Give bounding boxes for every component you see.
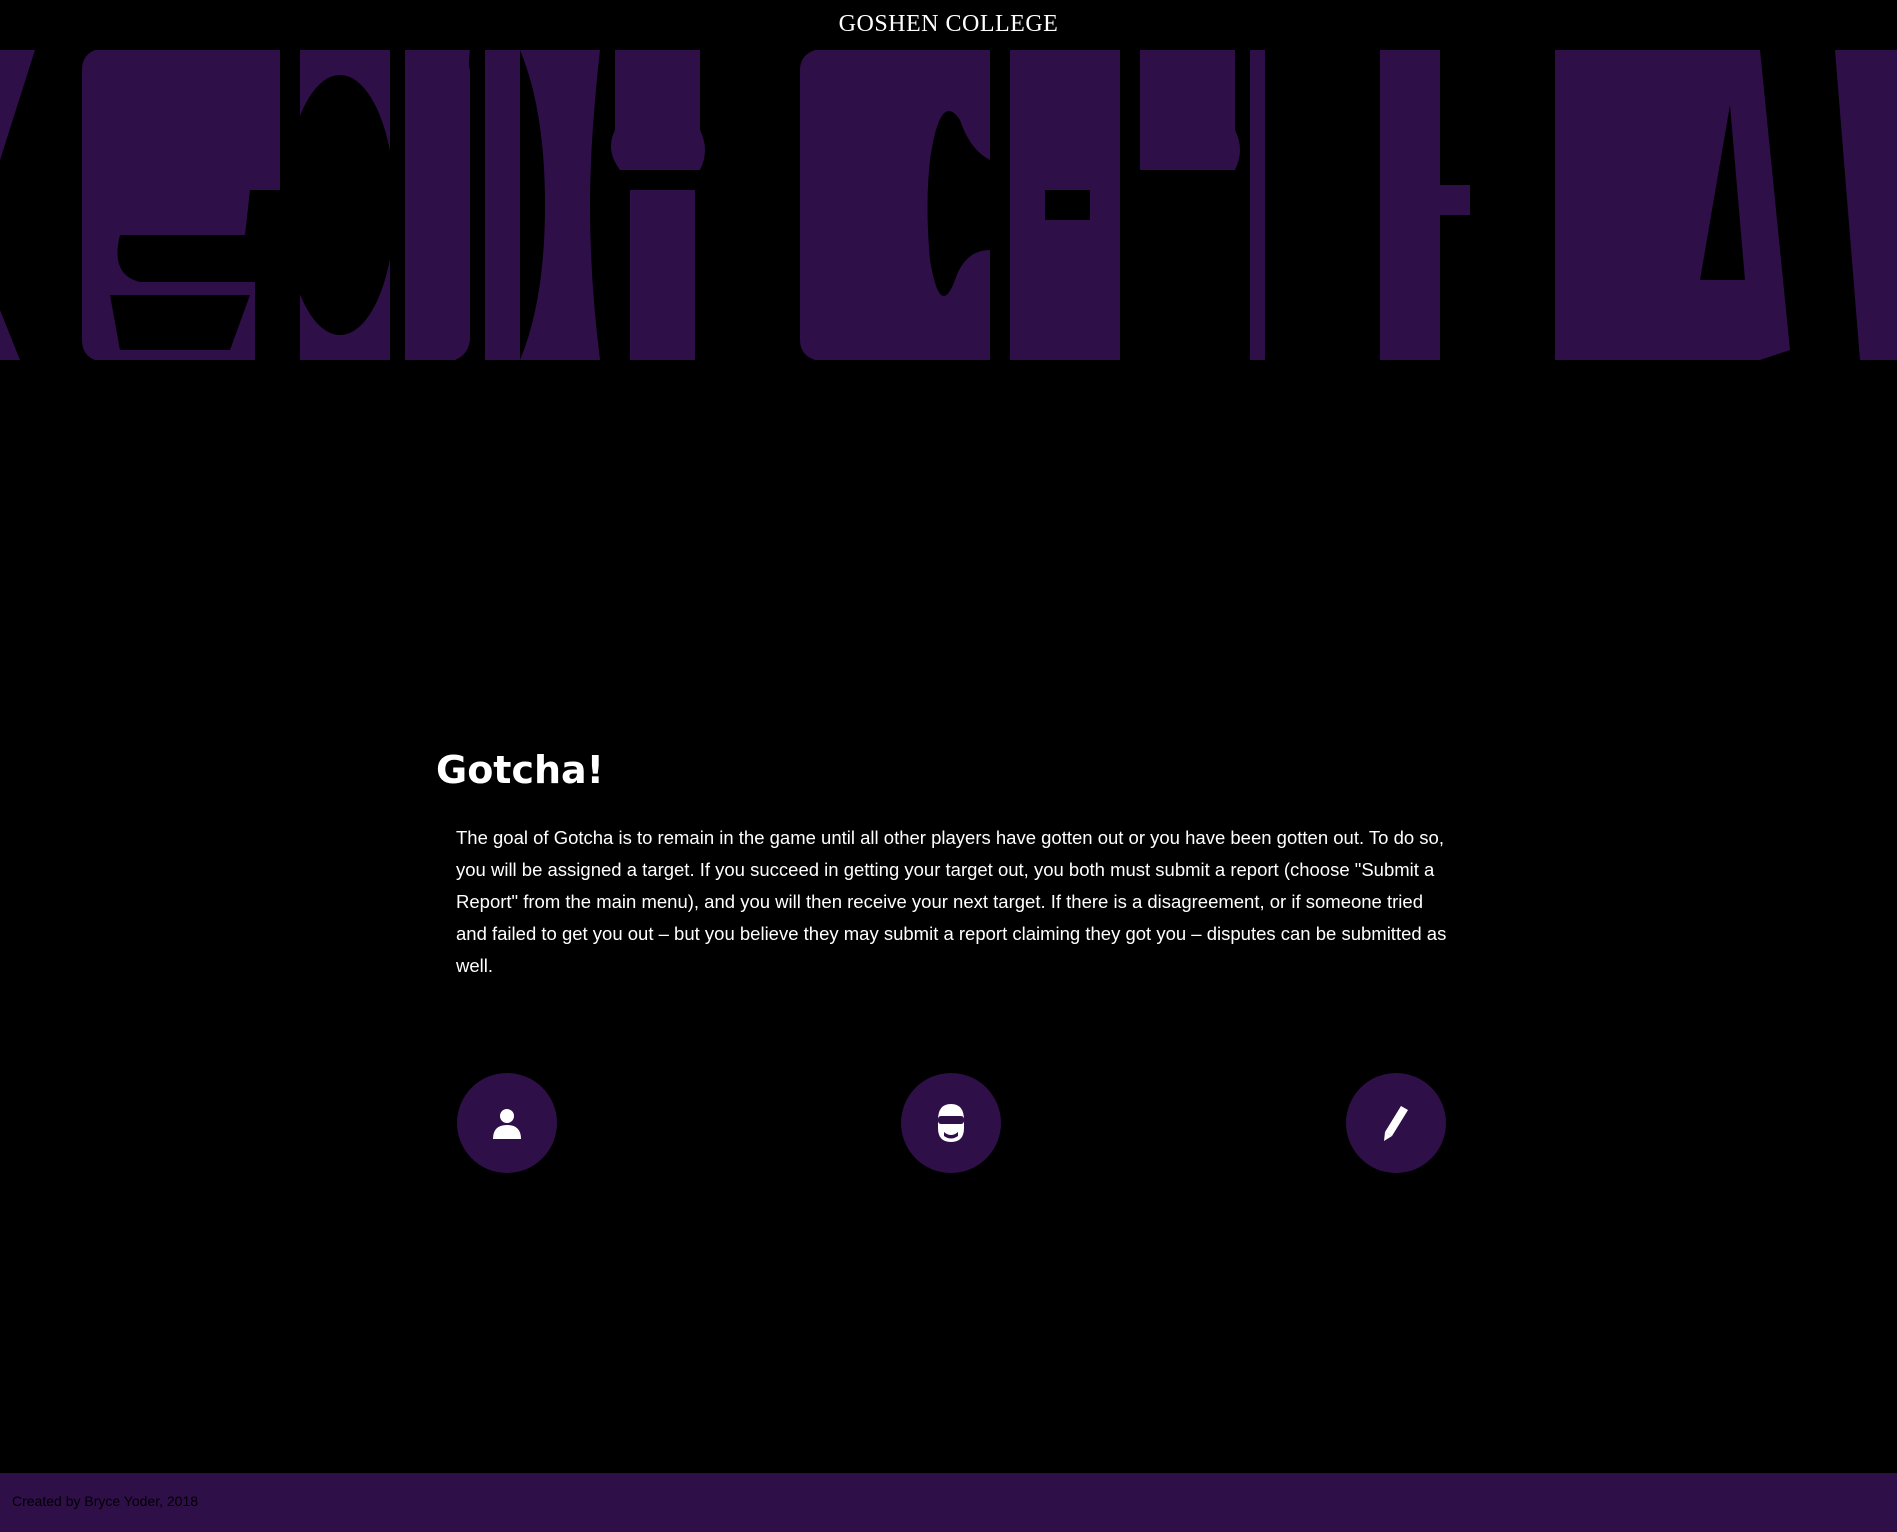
target-button[interactable]: [901, 1073, 1001, 1173]
site-header: GOSHEN COLLEGE: [0, 0, 1897, 48]
pencil-icon: [1384, 1106, 1408, 1141]
college-name[interactable]: GOSHEN COLLEGE: [839, 11, 1059, 38]
site-footer: Created by Bryce Yoder, 2018: [0, 1473, 1897, 1532]
footer-credit: Created by Bryce Yoder, 2018: [12, 1493, 199, 1509]
submit-report-button[interactable]: [1346, 1073, 1446, 1173]
masked-face-icon: [938, 1104, 964, 1142]
profile-button[interactable]: [457, 1073, 557, 1173]
person-icon: [493, 1109, 521, 1139]
intro-section: Gotcha! The goal of Gotcha is to remain …: [436, 743, 1448, 982]
game-description: The goal of Gotcha is to remain in the g…: [456, 827, 1447, 976]
page-title: Gotcha!: [436, 748, 605, 792]
hero-banner: [0, 50, 1897, 360]
stencil-wordmark-image: [0, 50, 1897, 360]
